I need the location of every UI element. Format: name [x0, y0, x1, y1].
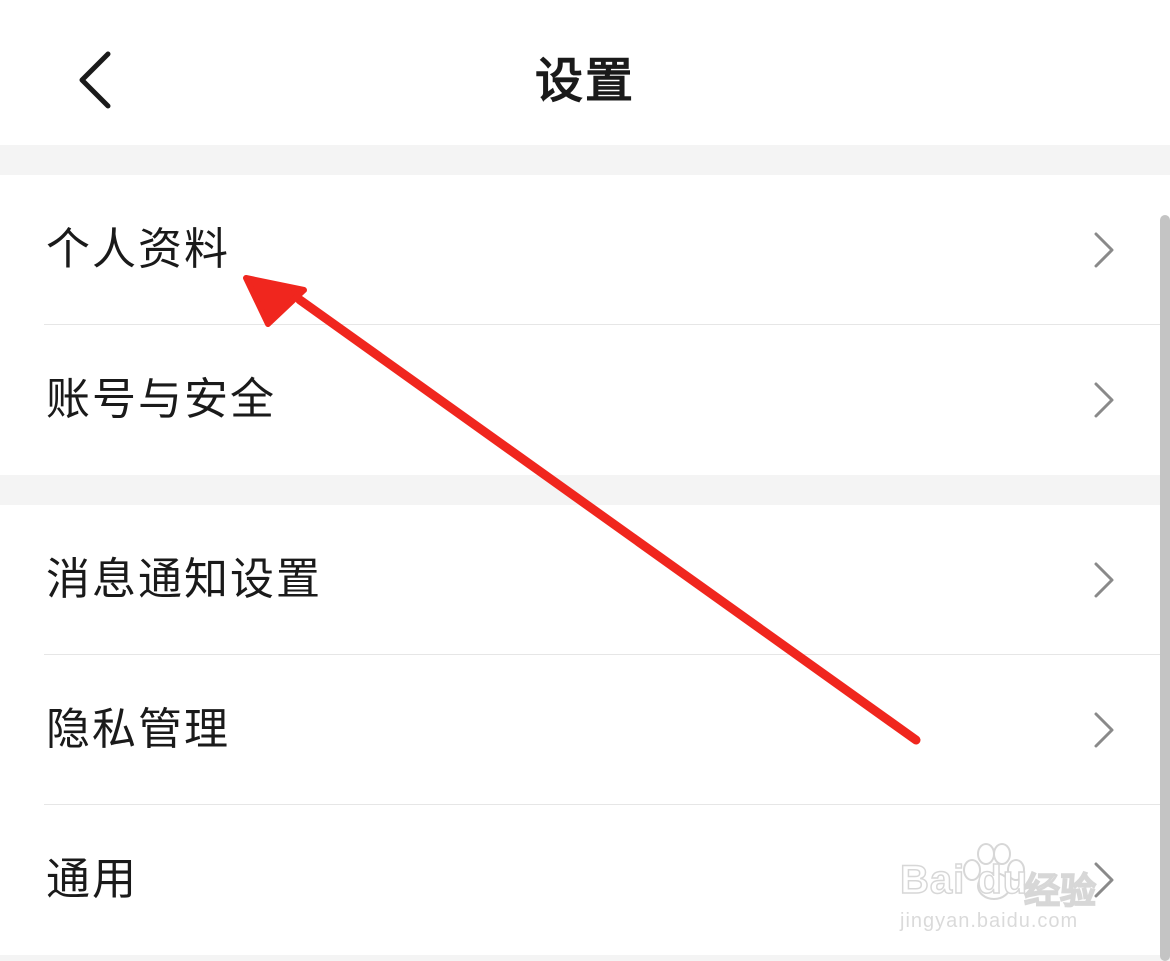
watermark-product: 经验 — [1023, 870, 1097, 913]
settings-screen: 设置 个人资料 账号与安全 消息通知设置 隐私管理 通用 Bai du 经验 j… — [0, 0, 1170, 961]
chevron-right-icon — [1094, 562, 1114, 598]
chevron-right-icon — [1094, 712, 1114, 748]
nav-bar: 设置 — [0, 0, 1170, 145]
settings-item-account-security[interactable]: 账号与安全 — [0, 325, 1170, 475]
watermark-url: jingyan.baidu.com — [900, 910, 1079, 932]
watermark-brand: Bai du — [899, 857, 1029, 903]
settings-item-label: 通用 — [46, 854, 138, 905]
section-separator — [0, 955, 1170, 961]
settings-item-label: 个人资料 — [46, 224, 230, 275]
settings-item-profile[interactable]: 个人资料 — [0, 175, 1170, 325]
chevron-right-icon — [1094, 232, 1114, 268]
settings-item-label: 消息通知设置 — [46, 554, 322, 605]
settings-item-privacy[interactable]: 隐私管理 — [0, 655, 1170, 805]
chevron-right-icon — [1094, 382, 1114, 418]
settings-group-account: 个人资料 账号与安全 — [0, 175, 1170, 475]
page-title: 设置 — [534, 53, 635, 109]
scrollbar[interactable] — [1160, 215, 1170, 961]
settings-item-label: 隐私管理 — [46, 704, 230, 755]
baidu-jingyan-watermark: Bai du 经验 jingyan.baidu.com — [896, 840, 1136, 940]
section-separator — [0, 145, 1170, 175]
settings-item-label: 账号与安全 — [46, 374, 276, 425]
settings-item-notifications[interactable]: 消息通知设置 — [0, 505, 1170, 655]
section-separator — [0, 475, 1170, 505]
